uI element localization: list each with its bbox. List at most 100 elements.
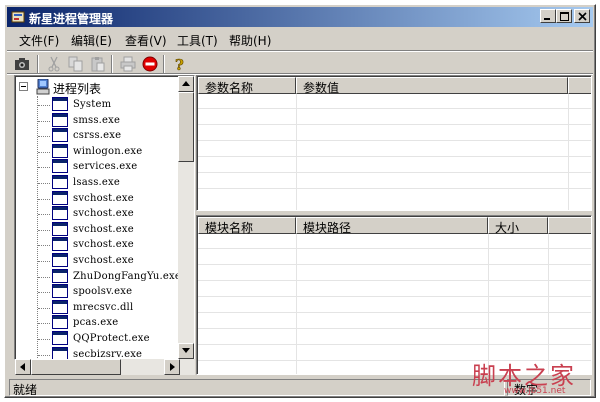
table-row (198, 174, 591, 189)
process-name: System (73, 99, 112, 110)
arrow-left-icon (20, 363, 25, 371)
tree-root-label: 进程列表 (53, 82, 102, 96)
tree-connector (38, 354, 50, 356)
window-app-icon (52, 346, 68, 359)
cut-button[interactable] (43, 54, 65, 74)
window-app-icon (52, 97, 68, 114)
svg-text:?: ? (175, 56, 184, 72)
table-row (198, 126, 591, 141)
print-button[interactable] (117, 54, 139, 74)
tree-connector (38, 323, 50, 325)
stop-button[interactable] (139, 54, 161, 74)
print-icon (120, 56, 136, 72)
menu-view[interactable]: 查看(V) (125, 32, 167, 49)
menu-tools[interactable]: 工具(T) (177, 32, 218, 49)
menu-help[interactable]: 帮助(H) (229, 32, 271, 49)
window-app-icon (52, 315, 68, 332)
tree-connector (38, 183, 50, 184)
params-list[interactable]: 参数名称 参数值 (196, 75, 592, 211)
maximize-button[interactable] (556, 9, 572, 23)
status-text: 就绪 (9, 379, 505, 396)
col-param-name[interactable]: 参数名称 (198, 77, 296, 95)
process-name: svchost.exe (73, 239, 134, 251)
toolbar-separator (37, 55, 39, 73)
modules-list[interactable]: 模块名称 模块路径 大小 (196, 215, 592, 375)
col-module-name[interactable]: 模块名称 (198, 217, 296, 235)
tree-connector (38, 292, 50, 294)
process-name: svchost.exe (73, 223, 134, 235)
help-icon: ? (175, 56, 185, 72)
hscroll-thumb[interactable] (31, 359, 121, 375)
paste-button[interactable] (87, 54, 109, 74)
window-app-icon (52, 253, 68, 270)
minimize-icon (544, 18, 550, 20)
table-row (198, 330, 591, 345)
status-numlock: 数字 (507, 379, 591, 396)
window-app-icon (52, 331, 68, 348)
tree-connector (38, 214, 50, 216)
tree-connector (38, 105, 50, 106)
minimize-button[interactable] (540, 9, 556, 23)
app-icon (10, 9, 26, 25)
snapshot-button[interactable] (11, 54, 33, 74)
toolbar-separator (163, 55, 165, 73)
window-app-icon (52, 268, 68, 286)
window-app-icon (52, 221, 68, 239)
process-name: svchost.exe (73, 208, 134, 220)
tree-connector (38, 276, 50, 278)
title-bar[interactable]: 新星进程管理器 (7, 7, 593, 27)
process-name: spoolsv.exe (73, 286, 133, 298)
status-bar: 就绪 数字 (7, 378, 593, 397)
table-row (198, 234, 591, 249)
tree-connector (38, 167, 50, 169)
process-name: winlogon.exe (73, 145, 143, 157)
tree-connector (38, 307, 50, 309)
help-button[interactable]: ? (169, 54, 191, 74)
scroll-right-button[interactable] (164, 359, 180, 375)
window-title: 新星进程管理器 (29, 12, 114, 26)
menu-edit[interactable]: 编辑(E) (71, 32, 112, 49)
col-param-value[interactable]: 参数值 (296, 77, 568, 95)
copy-button[interactable] (65, 54, 87, 74)
close-button[interactable] (574, 9, 590, 23)
table-row (198, 142, 591, 157)
tree-connector (38, 136, 50, 138)
cut-icon (48, 56, 60, 72)
table-row (198, 250, 591, 265)
paste-icon (91, 57, 105, 72)
scroll-left-button[interactable] (15, 359, 31, 375)
tree-connector (38, 229, 50, 231)
col-module-size[interactable]: 大小 (488, 217, 548, 235)
collapse-icon[interactable] (19, 82, 28, 91)
scroll-up-button[interactable] (178, 76, 194, 92)
stop-icon (142, 56, 158, 72)
toolbar: ? (7, 50, 593, 75)
menu-bar: 文件(F) 编辑(E) 查看(V) 工具(T) 帮助(H) (7, 29, 593, 48)
process-name: QQProtect.exe (73, 333, 150, 344)
col-filler (548, 217, 591, 234)
window-app-icon (52, 190, 68, 208)
arrow-down-icon (182, 348, 190, 353)
menu-file[interactable]: 文件(F) (19, 32, 59, 49)
window-app-icon (52, 175, 68, 192)
scroll-thumb[interactable] (178, 92, 194, 162)
process-name: lsass.exe (73, 177, 121, 188)
process-name: ZhuDongFangYu.exe (73, 270, 181, 282)
window-app-icon (52, 206, 68, 223)
tree-connector (38, 339, 50, 340)
window-app-icon (52, 128, 68, 145)
arrow-up-icon (182, 81, 190, 86)
maximize-icon (560, 12, 569, 21)
table-row (198, 298, 591, 313)
table-row (198, 266, 591, 281)
table-row (198, 314, 591, 329)
tree-horizontal-scrollbar[interactable] (15, 359, 195, 375)
tree-vertical-scrollbar[interactable] (178, 76, 194, 359)
scroll-down-button[interactable] (178, 343, 194, 359)
arrow-right-icon (170, 363, 175, 371)
process-tree[interactable]: 进程列表 System smss.exe csrss.exe winlogon.exe… (14, 75, 195, 360)
process-name: smss.exe (73, 114, 121, 126)
tree-connector (38, 120, 50, 122)
col-module-path[interactable]: 模块路径 (296, 217, 488, 235)
process-name: mrecsvc.dll (73, 301, 134, 313)
